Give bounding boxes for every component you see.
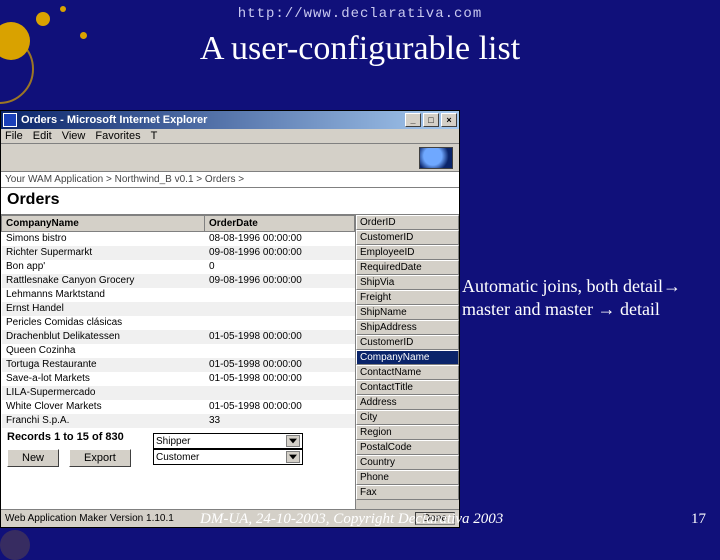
table-cell: Drachenblut Delikatessen [2, 330, 205, 344]
decorative-dot [0, 530, 30, 560]
field-list-item[interactable]: EmployeeID [356, 245, 459, 260]
table-cell: 01-05-1998 00:00:00 [204, 358, 354, 372]
breadcrumb: Your WAM Application > Northwind_B v0.1 … [1, 172, 459, 188]
table-cell: Franchi S.p.A. [2, 414, 205, 428]
table-cell: Save-a-lot Markets [2, 372, 205, 386]
table-cell: 01-05-1998 00:00:00 [204, 330, 354, 344]
slide-annotation: Automatic joins, both detail→ master and… [462, 275, 682, 320]
field-list-item[interactable]: City [356, 410, 459, 425]
field-list-item[interactable]: Fax [356, 485, 459, 500]
field-list-item[interactable]: ContactTitle [356, 380, 459, 395]
field-list-item[interactable]: ShipAddress [356, 320, 459, 335]
toolbar [1, 144, 459, 172]
table-cell: Tortuga Restaurante [2, 358, 205, 372]
menu-item-edit[interactable]: Edit [33, 130, 52, 142]
table-cell [204, 316, 354, 330]
close-button[interactable]: × [441, 113, 457, 127]
table-cell: 09-08-1996 00:00:00 [204, 246, 354, 260]
menu-item-view[interactable]: View [62, 130, 86, 142]
table-cell [204, 288, 354, 302]
table-cell: Lehmanns Marktstand [2, 288, 205, 302]
ie-icon [3, 113, 17, 127]
field-list-item[interactable]: OrderID [356, 215, 459, 230]
table-cell: Richter Supermarkt [2, 246, 205, 260]
content-area: CompanyNameOrderDateShippedDate Simons b… [1, 215, 459, 509]
window-titlebar: Orders - Microsoft Internet Explorer _ □… [1, 111, 459, 129]
table-cell [204, 302, 354, 316]
page-title: Orders [1, 188, 459, 215]
field-list-item[interactable]: ShipName [356, 305, 459, 320]
table-cell: 09-08-1996 00:00:00 [204, 274, 354, 288]
table-cell: 01-05-1998 00:00:00 [204, 372, 354, 386]
chevron-down-icon [286, 435, 300, 447]
table-cell: 08-08-1996 00:00:00 [204, 232, 354, 246]
field-list-item[interactable]: RequiredDate [356, 260, 459, 275]
table-cell: White Clover Markets [2, 400, 205, 414]
field-list-item[interactable]: Country [356, 455, 459, 470]
field-list-item[interactable]: Address [356, 395, 459, 410]
field-list-item[interactable]: PostalCode [356, 440, 459, 455]
slide-footer: DM-UA, 24-10-2003, Copyright Declarativa… [200, 511, 503, 528]
header-url: http://www.declarativa.com [0, 0, 720, 22]
customer-dropdown[interactable]: Customer [153, 449, 303, 465]
table-cell: Pericles Comidas clásicas [2, 316, 205, 330]
field-list-item[interactable]: CustomerID [356, 230, 459, 245]
slide-title: A user-configurable list [0, 30, 720, 68]
field-list-item[interactable]: CompanyName [356, 350, 459, 365]
export-button[interactable]: Export [69, 449, 131, 467]
menu-item-t[interactable]: T [151, 130, 158, 142]
field-list-item[interactable]: CustomerID [356, 335, 459, 350]
menu-item-favorites[interactable]: Favorites [95, 130, 140, 142]
table-cell: Ernst Handel [2, 302, 205, 316]
window-title: Orders - Microsoft Internet Explorer [21, 114, 207, 126]
chevron-down-icon [286, 451, 300, 463]
field-list-item[interactable]: Freight [356, 290, 459, 305]
table-cell: Rattlesnake Canyon Grocery [2, 274, 205, 288]
new-button[interactable]: New [7, 449, 59, 467]
column-header[interactable]: CompanyName [2, 216, 205, 232]
field-list-item[interactable]: Phone [356, 470, 459, 485]
field-list-item[interactable]: ShipVia [356, 275, 459, 290]
field-list-item[interactable]: ContactName [356, 365, 459, 380]
column-header[interactable]: OrderDate [204, 216, 354, 232]
field-list-panel: OrderIDCustomerIDEmployeeIDRequiredDateS… [355, 215, 459, 509]
table-cell [204, 386, 354, 400]
table-cell: 33 [204, 414, 354, 428]
status-left: Web Application Maker Version 1.10.1 [5, 513, 174, 524]
field-list-item[interactable]: Region [356, 425, 459, 440]
table-cell: Simons bistro [2, 232, 205, 246]
page-number: 17 [691, 511, 706, 528]
minimize-button[interactable]: _ [405, 113, 421, 127]
table-cell [204, 344, 354, 358]
menu-bar: File Edit View Favorites T [1, 129, 459, 144]
menu-item-file[interactable]: File [5, 130, 23, 142]
ie-throbber-icon [419, 147, 453, 169]
table-cell: 0 [204, 260, 354, 274]
browser-window: Orders - Microsoft Internet Explorer _ □… [0, 110, 460, 528]
table-cell: 01-05-1998 00:00:00 [204, 400, 354, 414]
maximize-button[interactable]: □ [423, 113, 439, 127]
dropdown-label: Shipper [156, 436, 190, 447]
table-cell: Bon app' [2, 260, 205, 274]
shipper-dropdown[interactable]: Shipper [153, 433, 303, 449]
table-cell: LILA-Supermercado [2, 386, 205, 400]
table-cell: Queen Cozinha [2, 344, 205, 358]
dropdown-label: Customer [156, 452, 199, 463]
